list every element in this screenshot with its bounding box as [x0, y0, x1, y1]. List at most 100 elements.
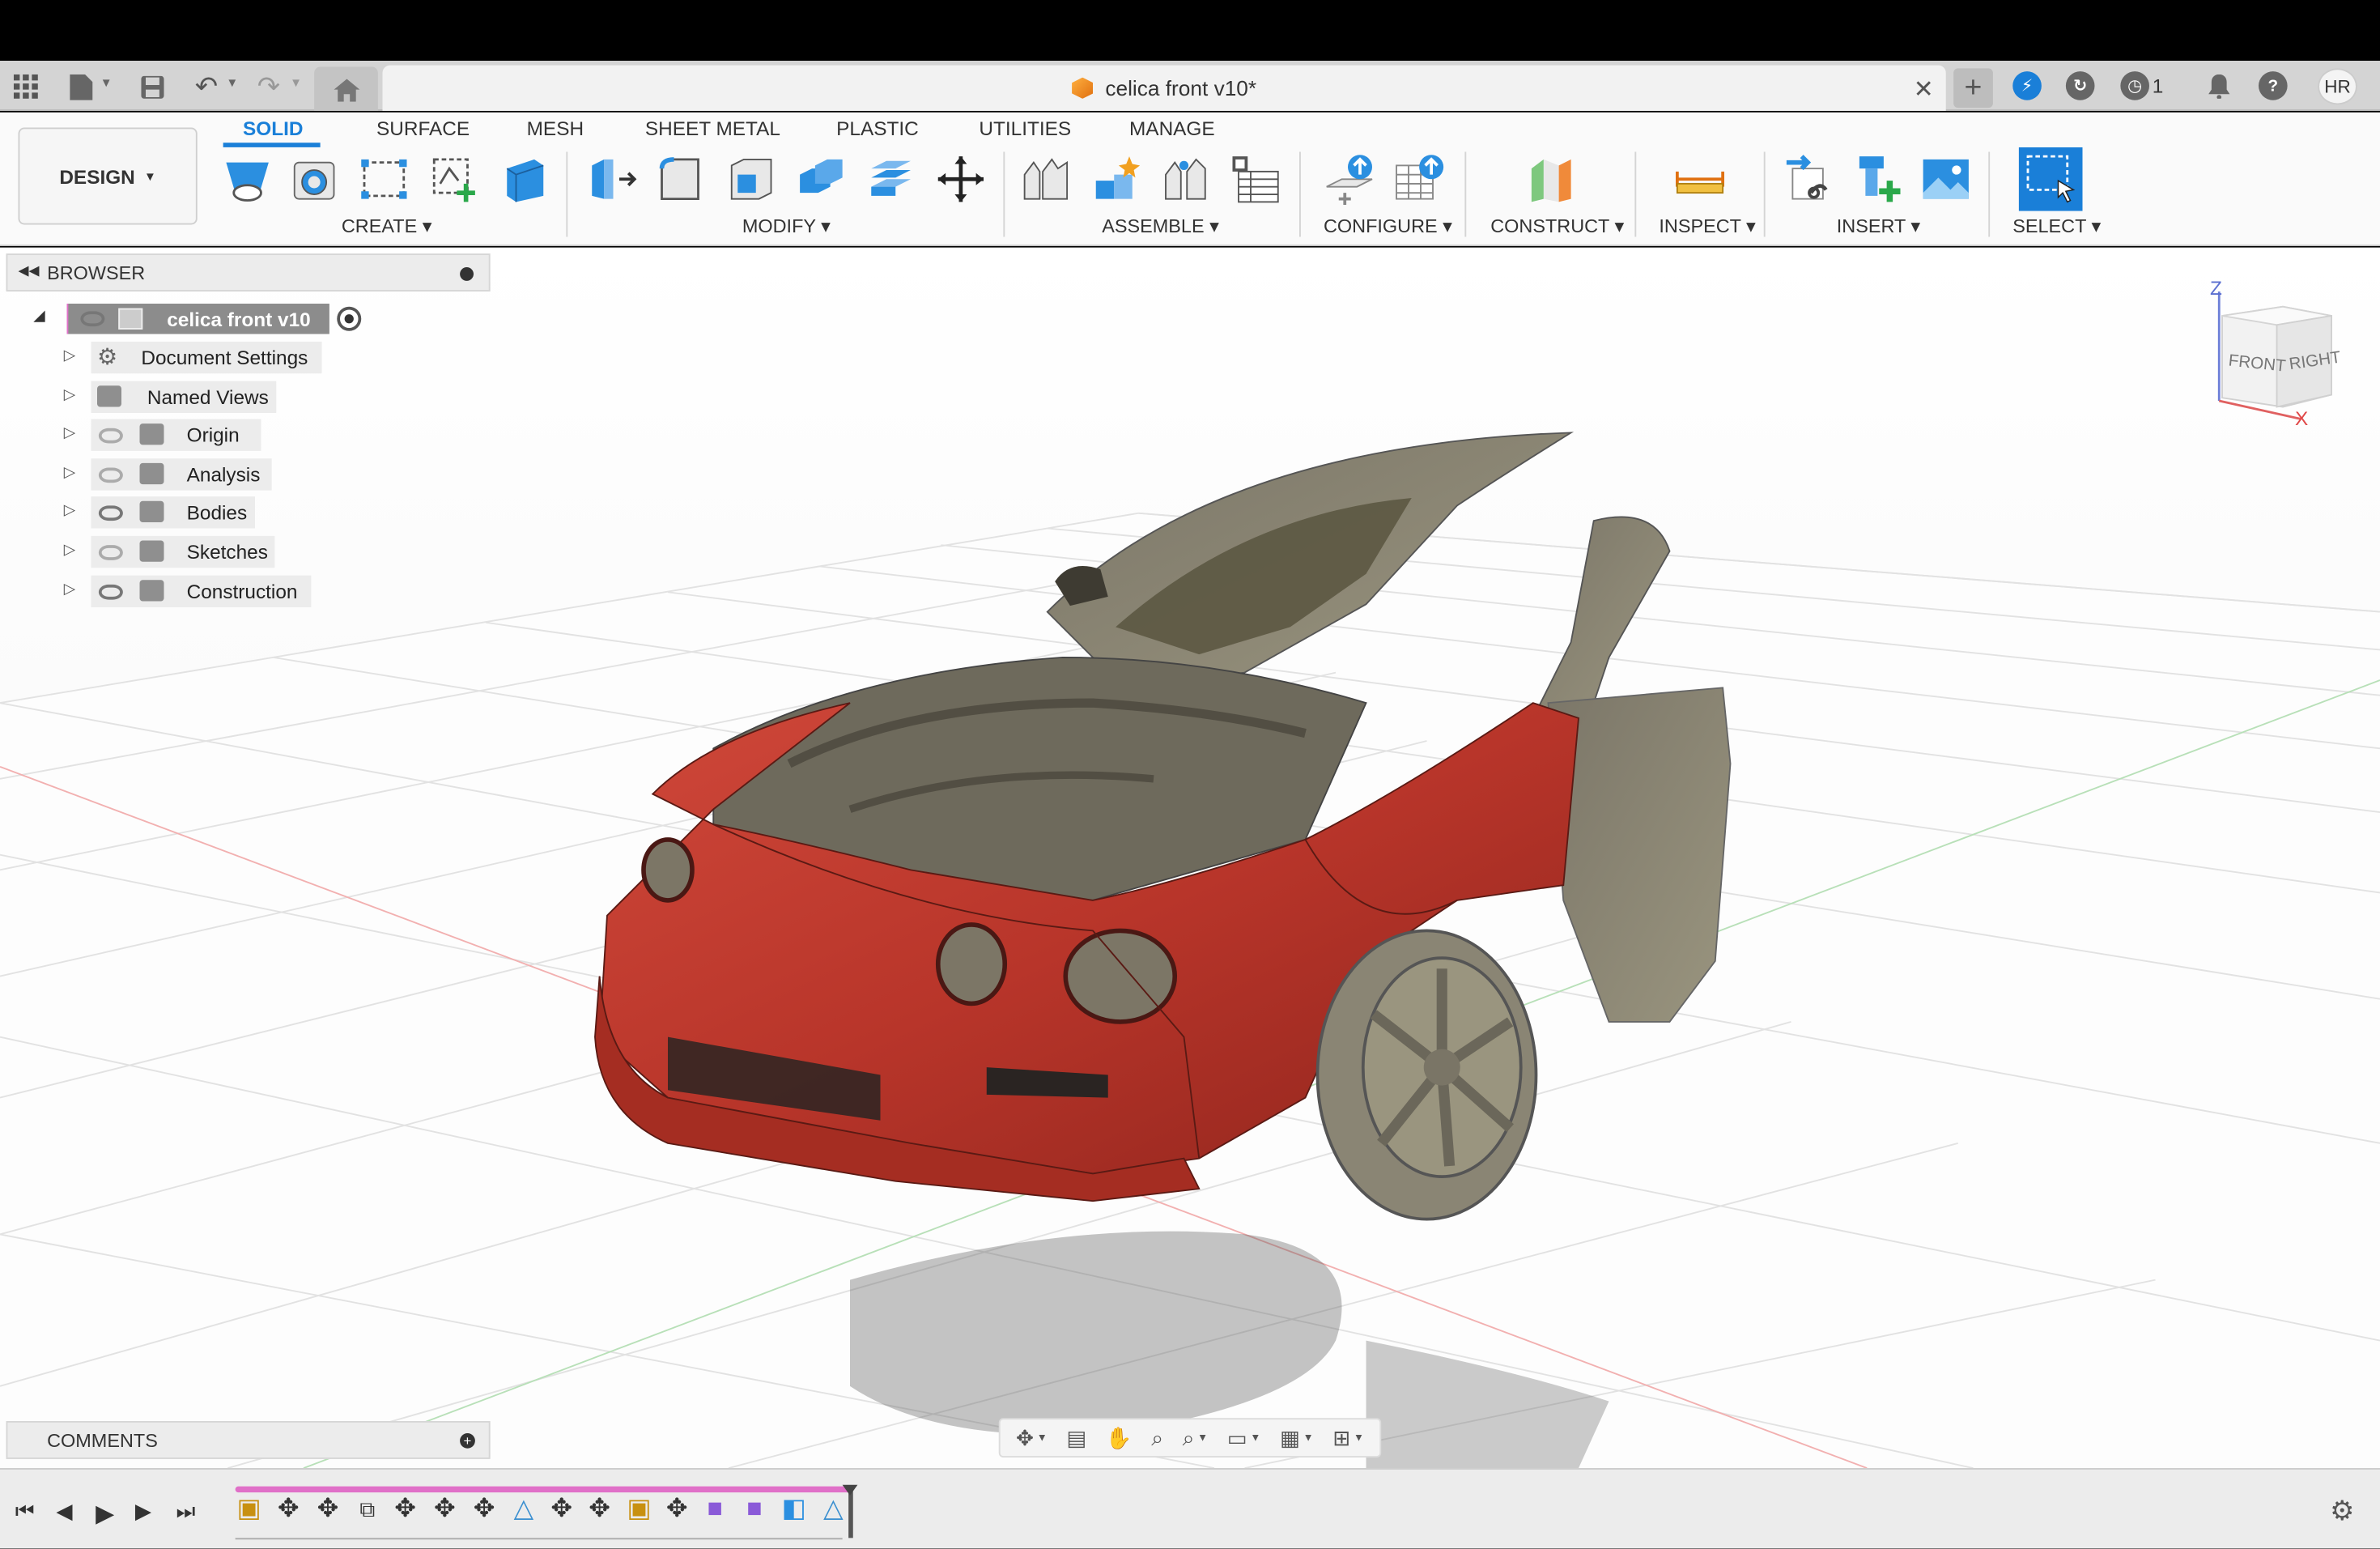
- insert-group-label[interactable]: INSERT ▾: [1837, 214, 1920, 236]
- close-tab-icon[interactable]: ✕: [1914, 74, 1934, 105]
- go-to-end-icon[interactable]: ⏭: [176, 1499, 196, 1525]
- timeline-feature-combine-icon[interactable]: ◧: [780, 1496, 808, 1523]
- timeline-feature-move-icon[interactable]: ✥: [314, 1496, 342, 1523]
- save-icon[interactable]: [135, 70, 168, 103]
- timeline-feature-move-icon[interactable]: ✥: [663, 1496, 691, 1523]
- press-pull-icon[interactable]: [586, 153, 638, 205]
- modify-group-label[interactable]: MODIFY ▾: [742, 214, 831, 236]
- play-icon[interactable]: ▶︎: [96, 1499, 114, 1530]
- offset-plane-icon[interactable]: [1525, 153, 1577, 205]
- grid-settings-icon[interactable]: ▦▼: [1280, 1425, 1314, 1451]
- as-built-joint-icon[interactable]: [1160, 153, 1212, 205]
- configure-design-icon[interactable]: [1324, 153, 1375, 205]
- document-tab[interactable]: celica front v10* ✕: [383, 66, 1946, 111]
- insert-mcmaster-icon[interactable]: [1853, 153, 1905, 205]
- assemble-group-label[interactable]: ASSEMBLE ▾: [1102, 214, 1219, 236]
- sketch-rectangle-icon[interactable]: [359, 153, 410, 205]
- timeline-feature-mesh-icon[interactable]: △: [820, 1496, 848, 1523]
- activate-radio-icon[interactable]: [337, 307, 361, 331]
- insert-derive-icon[interactable]: [1783, 153, 1835, 205]
- comments-panel[interactable]: COMMENTS +: [6, 1421, 491, 1459]
- browser-item-origin[interactable]: ▷ Origin: [64, 419, 338, 453]
- timeline-feature-move-icon[interactable]: ✥: [548, 1496, 576, 1523]
- look-at-icon[interactable]: ▤: [1066, 1425, 1086, 1451]
- 3d-viewport[interactable]: [0, 248, 2380, 1469]
- create-sketch-icon[interactable]: [222, 153, 274, 205]
- move-copy-icon[interactable]: [935, 153, 987, 205]
- view-cube[interactable]: Z X FRONT RIGHT: [2201, 274, 2353, 426]
- timeline-feature-component-icon[interactable]: ▣: [626, 1496, 653, 1523]
- expand-chevron-icon[interactable]: ▷: [64, 542, 75, 559]
- hidden-eye-icon[interactable]: [99, 545, 123, 560]
- go-to-start-icon[interactable]: ⏮: [15, 1499, 35, 1525]
- expand-chevron-icon[interactable]: ▷: [64, 581, 75, 598]
- undo-caret-icon[interactable]: ▼: [226, 76, 238, 90]
- minimize-panel-icon[interactable]: [460, 267, 474, 281]
- tab-utilities[interactable]: UTILITIES: [979, 117, 1071, 139]
- browser-item-bodies[interactable]: ▷ Bodies: [64, 496, 338, 530]
- configure-group-label[interactable]: CONFIGURE ▾: [1324, 214, 1452, 236]
- user-avatar[interactable]: HR: [2318, 68, 2357, 104]
- joint-icon[interactable]: [1090, 153, 1141, 205]
- expand-chevron-icon[interactable]: ▷: [64, 387, 75, 404]
- timeline-feature-move-icon[interactable]: ✥: [586, 1496, 614, 1523]
- create-form-icon[interactable]: [428, 153, 480, 205]
- viewports-icon[interactable]: ⊞▼: [1332, 1425, 1364, 1451]
- timeline-feature-component-icon[interactable]: ▣: [236, 1496, 263, 1523]
- visibility-eye-icon[interactable]: [99, 585, 123, 600]
- redo-caret-icon[interactable]: ▼: [290, 76, 302, 90]
- new-tab-button[interactable]: +: [1953, 68, 1993, 108]
- tab-solid[interactable]: SOLID: [243, 117, 304, 139]
- combine-icon[interactable]: [796, 153, 848, 205]
- browser-item-construction[interactable]: ▷ Construction: [64, 576, 338, 609]
- hidden-eye-icon[interactable]: [99, 428, 123, 444]
- browser-panel-header[interactable]: ◀◀ BROWSER: [6, 253, 491, 292]
- orbit-icon[interactable]: ✥▼: [1016, 1425, 1048, 1451]
- expand-chevron-icon[interactable]: ▷: [64, 465, 75, 482]
- tab-manage[interactable]: MANAGE: [1129, 117, 1215, 139]
- pan-hand-icon[interactable]: ✋: [1106, 1425, 1133, 1451]
- browser-item-document-settings[interactable]: ▷ ⚙ Document Settings: [64, 342, 338, 375]
- fillet-icon[interactable]: [656, 153, 708, 205]
- scene-canvas[interactable]: [0, 248, 2380, 1469]
- visibility-eye-icon[interactable]: [80, 311, 104, 326]
- browser-item-sketches[interactable]: ▷ Sketches: [64, 536, 338, 569]
- timeline-feature-form-icon[interactable]: ■: [701, 1496, 729, 1523]
- file-icon[interactable]: [64, 70, 97, 103]
- expand-chevron-icon[interactable]: ▷: [64, 503, 75, 520]
- tab-sheet-metal[interactable]: SHEET METAL: [645, 117, 780, 139]
- timeline-feature-move-icon[interactable]: ✥: [392, 1496, 419, 1523]
- offset-face-icon[interactable]: [865, 153, 917, 205]
- expand-chevron-icon[interactable]: ▷: [64, 347, 75, 364]
- timeline-playhead[interactable]: [848, 1487, 853, 1538]
- redo-icon[interactable]: ↷: [252, 70, 285, 103]
- create-group-label[interactable]: CREATE ▾: [342, 214, 432, 236]
- step-back-icon[interactable]: ◀︎: [56, 1499, 72, 1525]
- undo-icon[interactable]: ↶: [189, 70, 223, 103]
- configuration-table-icon[interactable]: [1393, 153, 1445, 205]
- job-status-icon[interactable]: ◷: [2120, 71, 2149, 100]
- add-comment-icon[interactable]: +: [460, 1433, 475, 1449]
- browser-item-named-views[interactable]: ▷ Named Views: [64, 381, 338, 415]
- timeline-feature-mesh-icon[interactable]: △: [510, 1496, 538, 1523]
- visibility-eye-icon[interactable]: [99, 505, 123, 521]
- timeline-feature-move-icon[interactable]: ✥: [470, 1496, 498, 1523]
- extensions-icon[interactable]: ⚡: [2012, 71, 2042, 100]
- construct-group-label[interactable]: CONSTRUCT ▾: [1490, 214, 1624, 236]
- expand-triangle-icon[interactable]: ◢: [33, 309, 45, 326]
- expand-chevron-icon[interactable]: ▷: [64, 425, 75, 442]
- file-menu-caret-icon[interactable]: ▼: [100, 76, 113, 90]
- bill-of-materials-icon[interactable]: [1230, 153, 1281, 205]
- timeline-feature-move-icon[interactable]: ✥: [274, 1496, 302, 1523]
- select-tool-icon[interactable]: [2019, 147, 2083, 211]
- browser-item-analysis[interactable]: ▷ Analysis: [64, 458, 338, 492]
- help-icon[interactable]: ?: [2259, 71, 2288, 100]
- new-component-icon[interactable]: [1020, 153, 1072, 205]
- hidden-eye-icon[interactable]: [99, 468, 123, 483]
- online-status-icon[interactable]: ↻: [2066, 71, 2095, 100]
- insert-canvas-icon[interactable]: [1920, 153, 1972, 205]
- display-settings-icon[interactable]: ▭▼: [1227, 1425, 1261, 1451]
- box-icon[interactable]: [498, 153, 550, 205]
- collapse-panel-icon[interactable]: ◀◀: [19, 262, 40, 279]
- measure-icon[interactable]: [1674, 153, 1726, 205]
